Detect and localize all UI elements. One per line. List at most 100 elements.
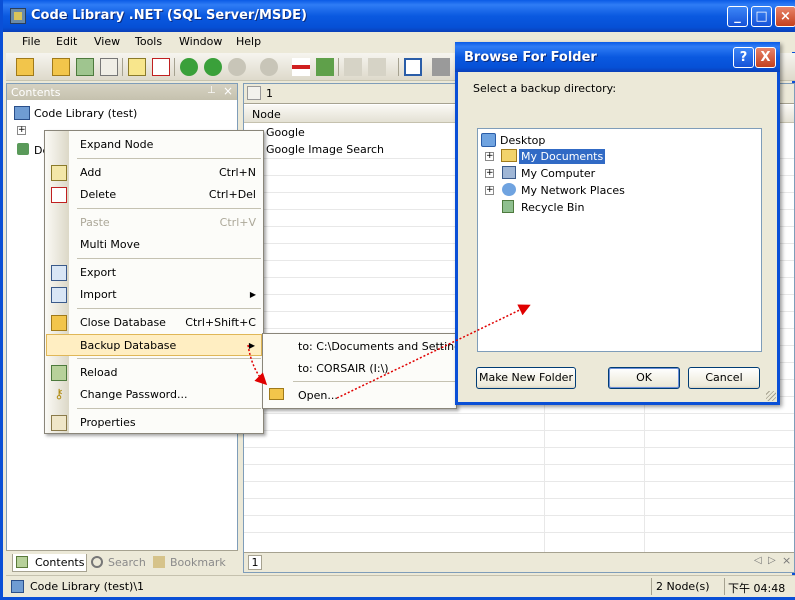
delete-icon [51, 187, 67, 203]
tab-search[interactable]: Search [90, 554, 150, 572]
refresh-icon[interactable] [76, 58, 94, 76]
ok-button[interactable]: OK [608, 367, 680, 389]
reload-icon [51, 365, 67, 381]
database-icon[interactable] [100, 58, 118, 76]
network-places-icon [502, 183, 516, 196]
make-new-folder-button[interactable]: Make New Folder [476, 367, 576, 389]
tree-item-my-documents[interactable]: My Documents [519, 149, 606, 164]
menu-item-label: Close Database [80, 316, 166, 329]
pane-tabs: Contents Search Bookmark [6, 550, 238, 573]
menu-help[interactable]: Help [236, 35, 261, 48]
tree-expander[interactable]: + [485, 169, 494, 178]
close-database-icon [51, 315, 67, 331]
scroll-left-icon[interactable]: ◁ [754, 555, 762, 566]
submenu-item-open[interactable]: Open... [263, 385, 456, 407]
cancel-button[interactable]: Cancel [688, 367, 760, 389]
menu-item-expand-node[interactable]: Expand Node [70, 134, 262, 156]
backup-submenu: to: C:\Documents and Settings\ to: CORSA… [262, 333, 471, 409]
node-icon [247, 86, 261, 100]
copy-icon[interactable] [344, 58, 362, 76]
menu-separator [77, 208, 261, 209]
my-documents-icon [501, 149, 517, 162]
forward-icon[interactable] [204, 58, 222, 76]
submenu-item-label: to: CORSAIR (I:\) [298, 362, 389, 375]
remove-icon[interactable] [292, 58, 310, 76]
tab-search-label: Search [108, 556, 146, 569]
maximize-button[interactable]: □ [751, 6, 772, 27]
row-gridline [244, 515, 794, 516]
menu-item-label: Change Password... [80, 388, 188, 401]
pin-icon[interactable]: ⊥ [207, 85, 216, 96]
submenu-item-label: Open... [298, 389, 338, 402]
folder-icon[interactable] [52, 58, 70, 76]
column-header-node[interactable]: Node [252, 108, 281, 121]
tab-contents[interactable]: Contents [12, 554, 87, 572]
menu-file[interactable]: File [22, 35, 40, 48]
add-node-icon[interactable] [128, 58, 146, 76]
tree-root-label[interactable]: Code Library (test) [34, 107, 137, 120]
menu-item-add[interactable]: Add Ctrl+N [70, 162, 262, 184]
menu-item-label: Expand Node [80, 138, 154, 151]
tree-expander[interactable]: + [485, 152, 494, 161]
menu-item-multi-move[interactable]: Multi Move [70, 234, 262, 256]
submenu-item-documents[interactable]: to: C:\Documents and Settings\ [263, 336, 471, 358]
tree-expander[interactable]: + [485, 186, 494, 195]
menu-item-shortcut: Ctrl+Shift+C [185, 316, 256, 329]
down-icon[interactable] [260, 58, 278, 76]
close-tab-icon[interactable]: × [782, 554, 791, 567]
open-folder-icon[interactable] [16, 58, 34, 76]
submenu-item-corsair[interactable]: to: CORSAIR (I:\) [263, 358, 456, 380]
contents-tab-icon [16, 556, 28, 568]
tree-item-my-computer[interactable]: My Computer [521, 167, 595, 180]
menu-item-paste[interactable]: Paste Ctrl+V [70, 212, 262, 234]
toolbar-separator [174, 58, 175, 76]
status-node-count: 2 Node(s) [656, 580, 710, 593]
menu-item-change-password[interactable]: Change Password... [70, 384, 262, 406]
close-button[interactable]: × [775, 6, 795, 27]
menu-item-close-database[interactable]: Close Database Ctrl+Shift+C [70, 312, 262, 334]
tab-bookmark[interactable]: Bookmark [152, 554, 232, 572]
menu-tools[interactable]: Tools [135, 35, 162, 48]
tools-icon[interactable] [432, 58, 450, 76]
import-icon [51, 287, 67, 303]
menu-edit[interactable]: Edit [56, 35, 77, 48]
tree-expander[interactable]: + [17, 126, 26, 135]
menu-item-label: Backup Database [80, 339, 177, 352]
browse-folder-dialog: Browse For Folder ? X Select a backup di… [455, 42, 780, 405]
context-menu: Expand Node Add Ctrl+N Delete Ctrl+Del P… [44, 130, 264, 434]
delete-icon[interactable] [152, 58, 170, 76]
help-button[interactable]: ? [733, 47, 754, 68]
menu-item-import[interactable]: Import ▶ [70, 284, 262, 306]
dialog-instruction: Select a backup directory: [473, 82, 617, 95]
tree-item-my-network-places[interactable]: My Network Places [521, 184, 625, 197]
menu-item-label: Properties [80, 416, 136, 429]
print-icon[interactable] [368, 58, 386, 76]
menu-item-delete[interactable]: Delete Ctrl+Del [70, 184, 262, 206]
toolbar-separator [338, 58, 339, 76]
row-gridline [244, 498, 794, 499]
tree-item-desktop[interactable]: Desktop [500, 134, 545, 147]
back-icon[interactable] [180, 58, 198, 76]
fullscreen-icon[interactable] [404, 58, 422, 76]
status-path: Code Library (test)\1 [30, 580, 145, 593]
properties-icon [51, 415, 67, 431]
menu-view[interactable]: View [94, 35, 120, 48]
menu-window[interactable]: Window [179, 35, 222, 48]
title-bar[interactable]: Code Library .NET (SQL Server/MSDE) _ □ … [3, 0, 795, 32]
toolbar-separator [398, 58, 399, 76]
dialog-title-bar[interactable]: Browse For Folder ? X [455, 42, 780, 72]
dialog-close-button[interactable]: X [755, 47, 776, 68]
menu-item-properties[interactable]: Properties [70, 412, 262, 434]
close-pane-icon[interactable]: × [223, 84, 233, 98]
up-icon[interactable] [228, 58, 246, 76]
resize-grip[interactable] [766, 391, 776, 401]
scroll-right-icon[interactable]: ▷ [768, 555, 776, 566]
move-icon[interactable] [316, 58, 334, 76]
tree-item-recycle-bin[interactable]: Recycle Bin [521, 201, 584, 214]
app-icon [10, 8, 26, 24]
menu-item-export[interactable]: Export [70, 262, 262, 284]
page-tab[interactable]: 1 [248, 555, 262, 570]
minimize-button[interactable]: _ [727, 6, 748, 27]
menu-item-backup-database[interactable]: Backup Database ▶ [46, 334, 262, 356]
menu-item-reload[interactable]: Reload [70, 362, 262, 384]
